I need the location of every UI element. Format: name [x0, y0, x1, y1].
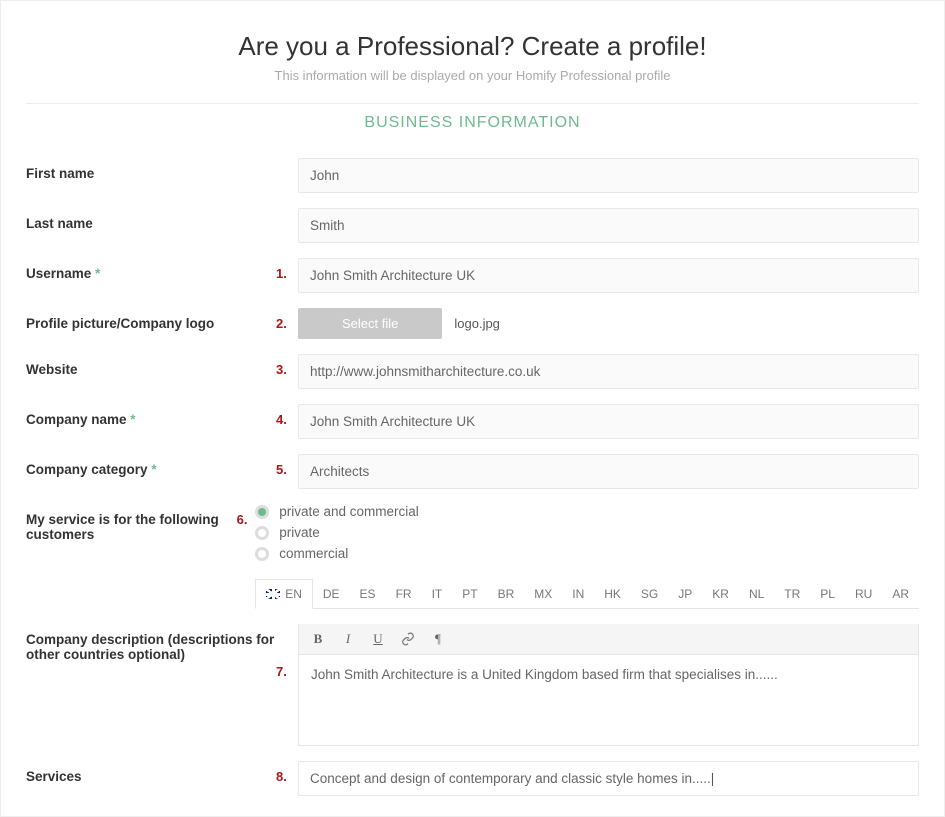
label-company-name: Company name [26, 412, 127, 427]
radio-private[interactable]: private [255, 525, 919, 540]
tab-pl[interactable]: PL [810, 579, 845, 608]
required-icon: * [151, 462, 156, 477]
description-editor: B I U ¶ John Smith Architecture is a Uni… [298, 624, 919, 746]
bold-button[interactable]: B [305, 628, 331, 650]
tab-sg[interactable]: SG [631, 579, 668, 608]
tab-es[interactable]: ES [350, 579, 386, 608]
page-header: Are you a Professional? Create a profile… [26, 31, 919, 83]
step-4: 4. [276, 404, 298, 427]
tab-in[interactable]: IN [562, 579, 594, 608]
required-icon: * [130, 412, 135, 427]
first-name-input[interactable] [298, 158, 919, 193]
tab-tr[interactable]: TR [774, 579, 810, 608]
link-icon [401, 632, 415, 646]
step-1: 1. [276, 258, 298, 281]
underline-button[interactable]: U [365, 628, 391, 650]
label-first-name: First name [26, 158, 276, 181]
link-button[interactable] [395, 628, 421, 650]
uk-flag-icon [266, 589, 280, 599]
company-name-input[interactable] [298, 404, 919, 439]
label-username: Username [26, 266, 91, 281]
radio-icon [255, 505, 269, 519]
step-5: 5. [276, 454, 298, 477]
username-input[interactable] [298, 258, 919, 293]
company-category-input[interactable] [298, 454, 919, 489]
select-file-button[interactable]: Select file [298, 308, 442, 339]
italic-button[interactable]: I [335, 628, 361, 650]
label-services: Services [26, 761, 276, 784]
tab-hk[interactable]: HK [594, 579, 631, 608]
label-last-name: Last name [26, 208, 276, 231]
file-name: logo.jpg [454, 316, 500, 331]
tab-kr[interactable]: KR [702, 579, 739, 608]
step-2: 2. [276, 308, 298, 331]
tab-it[interactable]: IT [422, 579, 453, 608]
tab-pt[interactable]: PT [452, 579, 487, 608]
language-tabs: EN DE ES FR IT PT BR MX IN HK SG JP KR N… [255, 579, 919, 609]
label-profile-picture: Profile picture/Company logo [26, 308, 276, 331]
radio-icon [255, 547, 269, 561]
step-3: 3. [276, 354, 298, 377]
tab-ar[interactable]: AR [882, 579, 919, 608]
label-company-category: Company category [26, 462, 148, 477]
tab-nl[interactable]: NL [739, 579, 774, 608]
radio-commercial[interactable]: commercial [255, 546, 919, 561]
label-service-customers: My service is for the following customer… [26, 504, 237, 542]
radio-icon [255, 526, 269, 540]
page-title: Are you a Professional? Create a profile… [26, 31, 919, 62]
label-company-description: Company description (descriptions for ot… [26, 624, 276, 662]
tab-ru[interactable]: RU [845, 579, 882, 608]
website-input[interactable] [298, 354, 919, 389]
description-textarea[interactable]: John Smith Architecture is a United King… [299, 655, 918, 745]
tab-jp[interactable]: JP [668, 579, 702, 608]
label-website: Website [26, 354, 276, 377]
step-7: 7. [276, 624, 298, 679]
radio-private-commercial[interactable]: private and commercial [255, 504, 919, 519]
services-input[interactable]: Concept and design of contemporary and c… [298, 761, 919, 796]
editor-toolbar: B I U ¶ [299, 624, 918, 655]
step-8: 8. [276, 761, 298, 784]
tab-mx[interactable]: MX [524, 579, 562, 608]
paragraph-button[interactable]: ¶ [425, 628, 451, 650]
step-6: 6. [237, 504, 256, 527]
tab-de[interactable]: DE [313, 579, 350, 608]
customer-radio-group: private and commercial private commercia… [255, 504, 919, 561]
tab-fr[interactable]: FR [386, 579, 422, 608]
tab-br[interactable]: BR [488, 579, 525, 608]
page-subtitle: This information will be displayed on yo… [26, 68, 919, 83]
last-name-input[interactable] [298, 208, 919, 243]
tab-en[interactable]: EN [255, 579, 313, 609]
required-icon: * [95, 266, 100, 281]
section-title: BUSINESS INFORMATION [26, 103, 919, 142]
